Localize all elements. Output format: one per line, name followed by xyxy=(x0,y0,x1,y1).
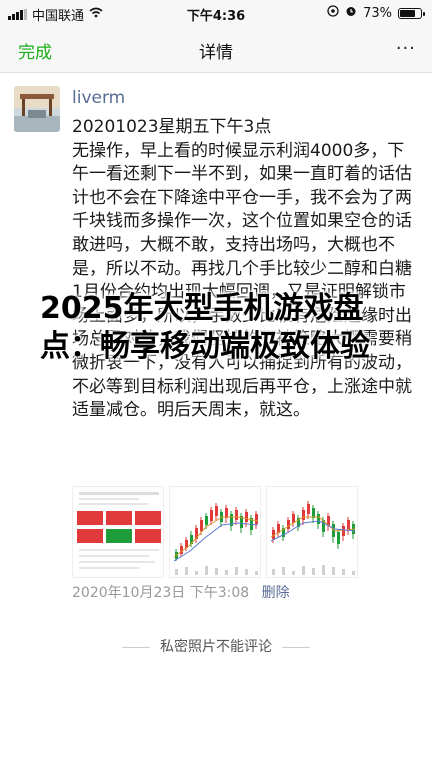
status-bar: 中国联通 下午4:36 73% xyxy=(0,0,432,26)
battery-icon xyxy=(398,7,425,19)
thumbnail-1[interactable] xyxy=(72,486,164,578)
stock-chart-screenshot-icon xyxy=(170,487,260,577)
thumbnail-3[interactable] xyxy=(266,486,358,578)
at-icon xyxy=(327,5,339,21)
avatar[interactable] xyxy=(14,86,60,132)
post-text: 20201023星期五下午3点 无操作，早上看的时候显示利润4000多，下午一看… xyxy=(72,117,412,421)
private-note: 私密照片不能评论 xyxy=(0,636,432,656)
delete-link[interactable]: 删除 xyxy=(262,585,290,601)
image-thumbnails xyxy=(72,486,362,578)
trading-app-screenshot-icon xyxy=(73,487,163,577)
page-title: 详情 xyxy=(199,43,233,63)
username-link[interactable]: liverm xyxy=(72,88,125,108)
overlay-headline: 2025年大型手机游戏盘点：畅享移动端极致体验 xyxy=(40,291,370,364)
alarm-icon xyxy=(345,5,357,21)
post-body: 20201023星期五下午3点 无操作，早上看的时候显示利润4000多，下午一看… xyxy=(72,116,418,423)
nav-bar: 完成 详情 ··· xyxy=(0,26,432,73)
more-options-icon[interactable]: ··· xyxy=(396,38,416,59)
thumbnail-2[interactable] xyxy=(169,486,261,578)
private-note-text: 私密照片不能评论 xyxy=(160,639,272,655)
battery-percent: 73% xyxy=(363,5,392,21)
stock-chart-screenshot-icon xyxy=(267,487,357,577)
post-time: 2020年10月23日 下午3:08 xyxy=(72,585,250,601)
post-meta: 2020年10月23日 下午3:08 删除 xyxy=(72,582,290,602)
status-right: 73% xyxy=(327,5,425,21)
